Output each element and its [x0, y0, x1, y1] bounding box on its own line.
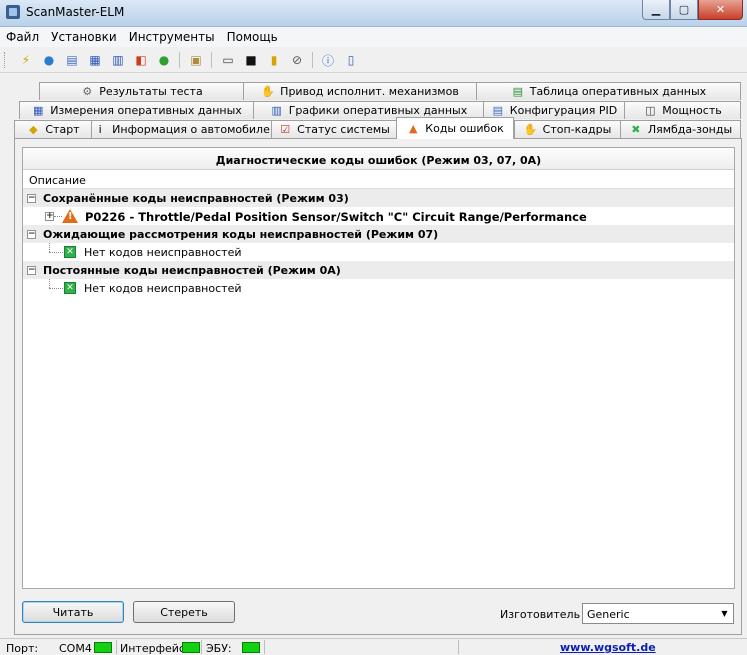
toolbar-grip — [4, 52, 8, 68]
grid-icon: ▦ — [32, 104, 44, 117]
error-codes-panel: Диагностические коды ошибок (Режим 03, 0… — [14, 138, 742, 635]
tab-lambda-sensors[interactable]: ✖ Лямбда-зонды — [620, 120, 741, 138]
port-led — [94, 642, 112, 653]
status-port: Порт: COM4 — [0, 640, 117, 655]
terminal-icon[interactable]: ■ — [242, 51, 260, 69]
toolbar-separator — [211, 52, 212, 68]
tab-error-codes[interactable]: ▲ Коды ошибок — [396, 117, 514, 139]
menu-help[interactable]: Помощь — [221, 27, 284, 47]
exit-icon[interactable]: ▯ — [342, 51, 360, 69]
website-link[interactable]: www.wgsoft.de — [560, 641, 656, 654]
column-header-description[interactable]: Описание — [23, 170, 734, 189]
hand-icon: ✋ — [523, 123, 538, 136]
ecu-led — [242, 642, 260, 653]
dtc-code-label: P0226 - Throttle/Pedal Position Sensor/S… — [85, 210, 587, 224]
grid-icon[interactable]: ▦ — [86, 51, 104, 69]
sensor-icon: ✖ — [631, 123, 641, 136]
close-button[interactable]: ✕ — [698, 0, 743, 20]
tab-start[interactable]: ◆ Старт — [14, 120, 92, 138]
manufacturer-select[interactable]: Generic ▼ — [582, 603, 734, 624]
tab-live-data-measurements[interactable]: ▦ Измерения оперативных данных — [19, 101, 254, 119]
tree-group-permanent[interactable]: − Постоянные коды неисправностей (Режим … — [23, 261, 734, 279]
globe-icon[interactable]: ● — [40, 51, 58, 69]
chat-icon[interactable]: ▭ — [219, 51, 237, 69]
expand-icon[interactable]: + — [45, 212, 54, 221]
chart-icon: ▥ — [271, 104, 282, 117]
group-label: Сохранённые коды неисправностей (Режим 0… — [43, 192, 349, 205]
clear-button[interactable]: Стереть — [133, 601, 235, 623]
tab-actuator-drive[interactable]: ✋ Привод исполнит. механизмов — [243, 82, 477, 100]
menu-tools[interactable]: Инструменты — [123, 27, 221, 47]
tree-item-no-codes[interactable]: ✕ Нет кодов неисправностей — [23, 243, 734, 261]
tab-system-status[interactable]: ☑ Статус системы — [271, 120, 397, 138]
traffic-light-icon[interactable]: ● — [155, 51, 173, 69]
collapse-icon[interactable]: − — [27, 194, 36, 203]
document-icon[interactable]: ▤ — [63, 51, 81, 69]
title-bar: ScanMaster-ELM ▁ ▢ ✕ — [0, 0, 747, 27]
info-icon: ⅰ — [98, 123, 102, 136]
battery-icon[interactable]: ▮ — [265, 51, 283, 69]
windows-flag-icon[interactable]: ◧ — [132, 51, 150, 69]
tree-item-dtc[interactable]: + ! P0226 - Throttle/Pedal Position Sens… — [23, 207, 734, 225]
interface-led — [182, 642, 200, 653]
status-bar: Порт: COM4 Интерфейс: ЭБУ: www.wgsoft.de — [0, 638, 747, 655]
app-icon — [6, 5, 20, 19]
tab-freeze-frames[interactable]: ✋ Стоп-кадры — [514, 120, 621, 138]
hand-icon: ✋ — [261, 85, 276, 98]
tree-item-no-codes[interactable]: ✕ Нет кодов неисправностей — [23, 279, 734, 297]
ok-icon: ✕ — [64, 282, 76, 294]
gear-icon: ⚙ — [82, 85, 93, 98]
dtc-tree: Диагностические коды ошибок (Режим 03, 0… — [22, 147, 735, 589]
no-codes-label: Нет кодов неисправностей — [84, 246, 242, 259]
tab-power[interactable]: ◫ Мощность — [624, 101, 741, 119]
status-empty — [265, 640, 459, 654]
toolbar-separator — [179, 52, 180, 68]
toolbar-separator — [312, 52, 313, 68]
chip-icon: ◫ — [645, 104, 656, 117]
chart-icon[interactable]: ▥ — [109, 51, 127, 69]
minimize-button[interactable]: ▁ — [642, 0, 670, 20]
collapse-icon[interactable]: − — [27, 230, 36, 239]
stop-icon[interactable]: ⊘ — [288, 51, 306, 69]
tree-group-stored[interactable]: − Сохранённые коды неисправностей (Режим… — [23, 189, 734, 207]
manufacturer-label: Изготовитель — [500, 608, 581, 621]
warning-icon: ▲ — [409, 122, 418, 135]
group-label: Постоянные коды неисправностей (Режим 0A… — [43, 264, 341, 277]
document-icon: ▤ — [492, 104, 503, 117]
tree-group-pending[interactable]: − Ожидающие рассмотрения коды неисправно… — [23, 225, 734, 243]
menu-settings[interactable]: Установки — [45, 27, 123, 47]
status-ecu: ЭБУ: — [202, 640, 265, 655]
toolbar: ⚡ ● ▤ ▦ ▥ ◧ ● ▣ ▭ ■ ▮ ⊘ ⓘ ▯ — [0, 48, 747, 73]
read-button[interactable]: Читать — [22, 601, 124, 623]
menu-file[interactable]: Файл — [0, 27, 45, 47]
table-icon: ▤ — [512, 85, 523, 98]
menu-bar: Файл Установки Инструменты Помощь — [0, 27, 747, 47]
no-codes-label: Нет кодов неисправностей — [84, 282, 242, 295]
window-title: ScanMaster-ELM — [26, 5, 125, 19]
collapse-icon[interactable]: − — [27, 266, 36, 275]
car-icon: ◆ — [29, 123, 38, 136]
manufacturer-value: Generic — [587, 608, 630, 621]
clipboard-icon[interactable]: ▣ — [187, 51, 205, 69]
tab-live-data-table[interactable]: ▤ Таблица оперативных данных — [476, 82, 741, 100]
ok-icon: ✕ — [64, 246, 76, 258]
connect-icon[interactable]: ⚡ — [17, 51, 35, 69]
tab-test-results[interactable]: ⚙ Результаты теста — [39, 82, 244, 100]
chevron-down-icon[interactable]: ▼ — [716, 604, 733, 623]
status-interface: Интерфейс: — [117, 640, 202, 655]
maximize-button[interactable]: ▢ — [670, 0, 698, 20]
info-icon[interactable]: ⓘ — [319, 51, 337, 69]
tab-vehicle-info[interactable]: ⅰ Информация о автомобиле — [91, 120, 272, 138]
checklist-icon: ☑ — [280, 123, 291, 136]
tree-title: Диагностические коды ошибок (Режим 03, 0… — [23, 148, 734, 170]
group-label: Ожидающие рассмотрения коды неисправност… — [43, 228, 439, 241]
